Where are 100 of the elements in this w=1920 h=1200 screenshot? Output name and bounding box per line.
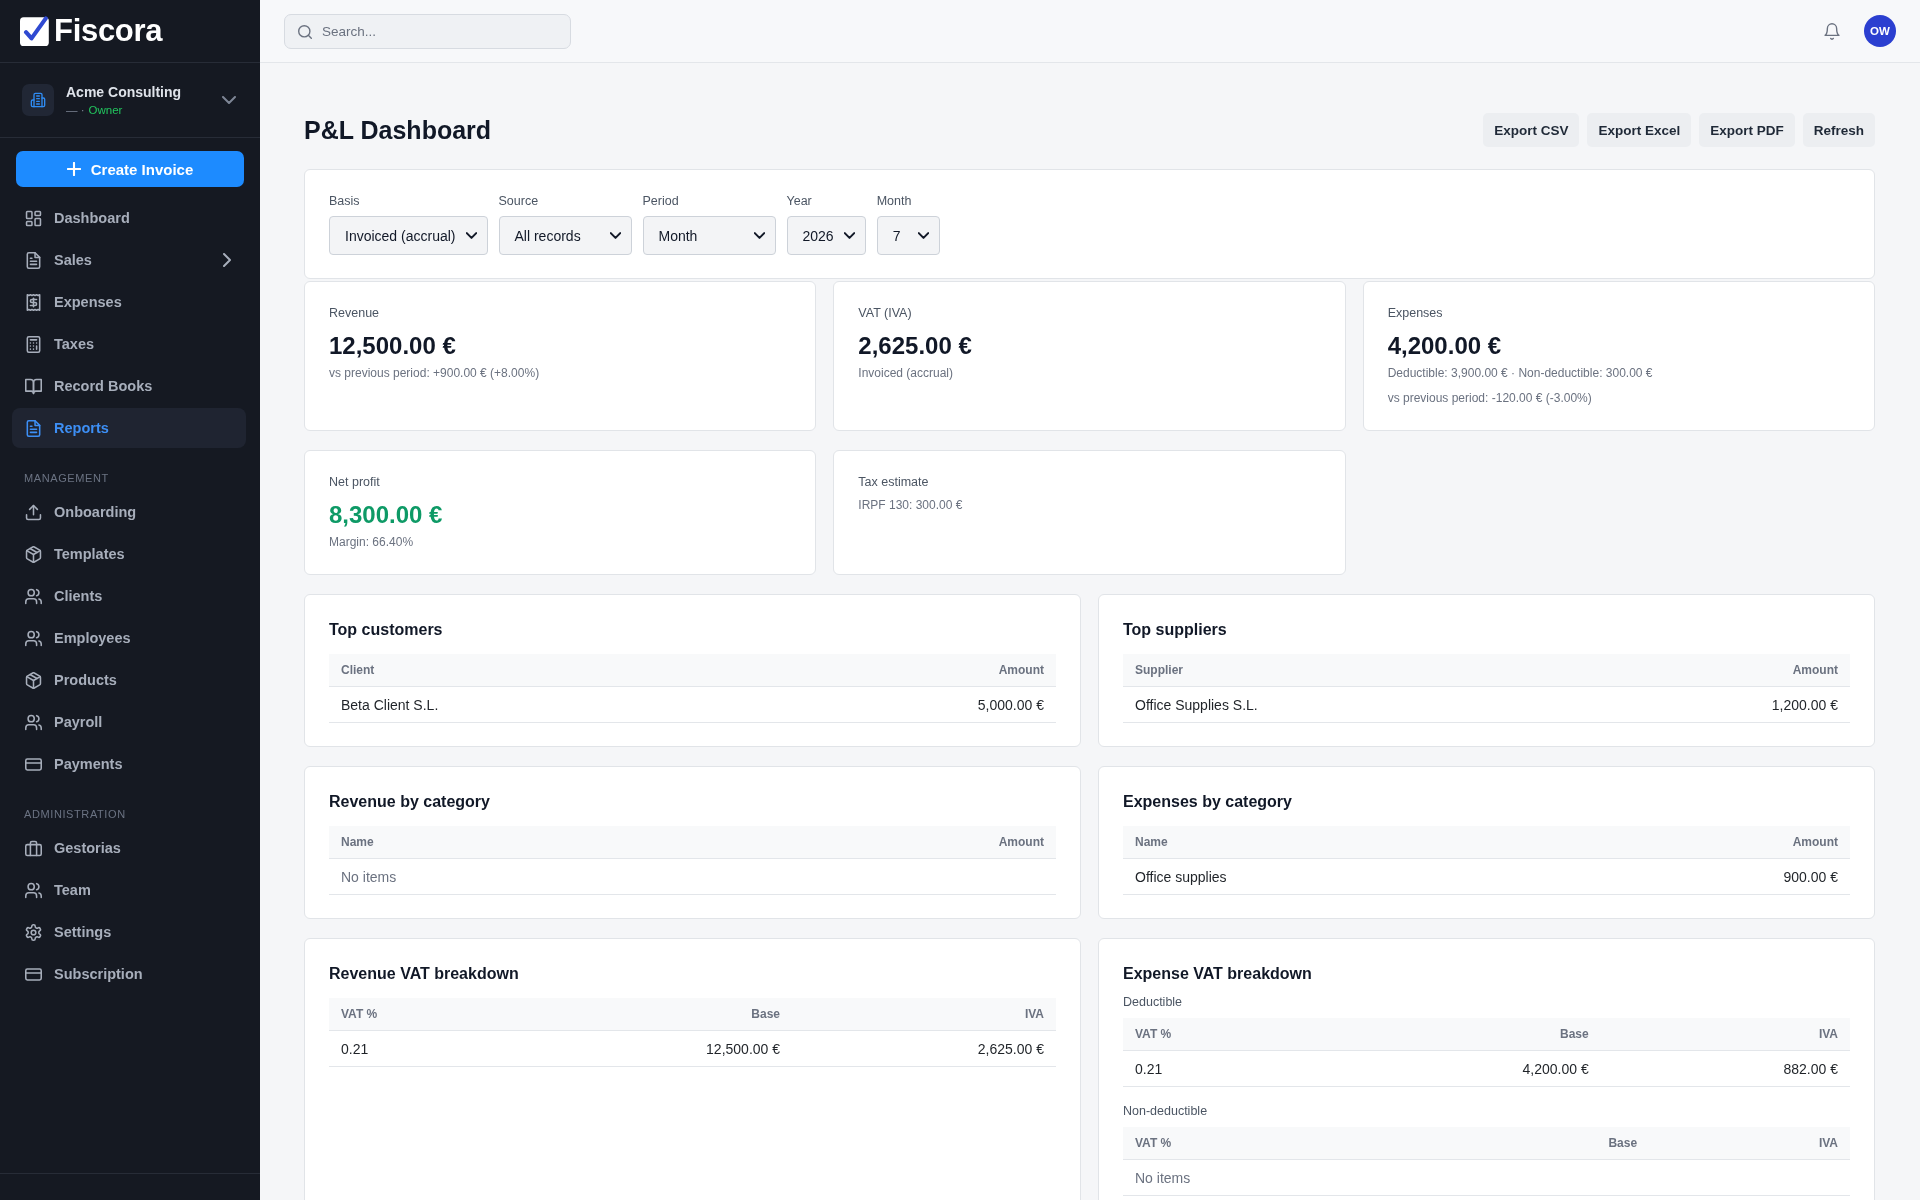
column-header: Amount	[1555, 826, 1850, 859]
nav-item[interactable]: Employees	[12, 618, 246, 658]
nav-item[interactable]: Sales	[12, 240, 246, 280]
table-cell: Office supplies	[1123, 858, 1556, 895]
nav-item[interactable]: Products	[12, 660, 246, 700]
action-button[interactable]: Refresh	[1802, 113, 1875, 147]
nav-item[interactable]: Team	[12, 870, 246, 910]
column-header: IVA	[792, 998, 1056, 1031]
table-cell: 1,200.00 €	[1573, 686, 1850, 723]
stat-note: IRPF 130: 300.00 €	[858, 497, 964, 514]
table-caption: Non-deductible	[1123, 1103, 1209, 1119]
document-icon	[25, 419, 42, 437]
search-icon	[298, 24, 312, 39]
nav-item[interactable]: Templates	[12, 534, 246, 574]
nav-item[interactable]: Reports	[12, 408, 246, 448]
nav-item[interactable]: Settings	[12, 912, 246, 952]
caret-icon	[843, 232, 855, 239]
field-label: Month	[876, 193, 913, 209]
table-cell: 0.21	[1123, 1050, 1315, 1087]
caret-icon	[609, 232, 621, 239]
nav-item[interactable]: Onboarding	[12, 492, 246, 532]
section-heading: ADMINISTRATION	[23, 807, 127, 822]
nav-item[interactable]: Payroll	[12, 702, 246, 742]
table-cell: 5,000.00 €	[745, 686, 1056, 723]
nav-item[interactable]: Subscription	[12, 954, 246, 994]
avatar[interactable]: OW	[1864, 15, 1896, 47]
box-icon	[25, 671, 42, 689]
stat-label: Tax estimate	[858, 474, 930, 490]
column-header: Amount	[656, 826, 1056, 859]
dropdown[interactable]: Month	[642, 216, 776, 255]
receipt-icon	[25, 293, 42, 311]
upload-icon	[25, 503, 42, 521]
dropdown[interactable]: All records	[498, 216, 632, 255]
stat-value: 12,500.00 €	[329, 331, 457, 361]
field-label: Basis	[329, 193, 361, 209]
column-header: IVA	[1600, 1018, 1850, 1051]
column-header: Amount	[745, 654, 1056, 687]
nav-item[interactable]: Clients	[12, 576, 246, 616]
credit-card-icon	[25, 755, 42, 773]
column-header: Amount	[1573, 654, 1850, 687]
stat-note: vs previous period: -120.00 € (-3.00%)	[1387, 390, 1593, 407]
stat-note: Deductible: 3,900.00 € · Non-deductible: 300.00 €	[1387, 365, 1654, 382]
column-header: Supplier	[1123, 654, 1574, 687]
table-cell: Office Supplies S.L.	[1123, 686, 1574, 723]
dropdown[interactable]: Invoiced (accrual)	[329, 216, 488, 255]
nav-item[interactable]: Record Books	[12, 366, 246, 406]
stat-label: Net profit	[329, 474, 381, 490]
field-label: Year	[786, 193, 813, 209]
stat-note: Invoiced (accrual)	[858, 365, 955, 382]
logo-text: Fiscora	[54, 13, 163, 49]
bell-icon[interactable]	[1824, 22, 1840, 40]
nav-item[interactable]: Dashboard	[12, 198, 246, 238]
nav-item[interactable]: Gestorias	[12, 828, 246, 868]
building-icon	[22, 84, 54, 116]
card-title: Expense VAT breakdown	[1123, 964, 1313, 984]
stat-note: Margin: 66.40%	[329, 534, 415, 551]
field-label: Period	[642, 193, 680, 209]
stat-label: Revenue	[329, 305, 381, 321]
caret-icon	[753, 232, 765, 239]
dropdown[interactable]: 7	[876, 216, 940, 255]
column-header: IVA	[1649, 1127, 1850, 1160]
table-cell: 4,200.00 €	[1314, 1050, 1601, 1087]
grid-icon	[25, 209, 42, 227]
action-button[interactable]: Export PDF	[1699, 113, 1795, 147]
stat-label: Expenses	[1387, 305, 1444, 321]
column-header: VAT %	[329, 998, 506, 1031]
nav-item[interactable]: Expenses	[12, 282, 246, 322]
dropdown[interactable]: 2026	[786, 216, 866, 255]
table-cell: 12,500.00 €	[505, 1030, 793, 1067]
briefcase-icon	[25, 839, 42, 857]
search-field[interactable]: Search...	[284, 13, 571, 49]
stat-value: 2,625.00 €	[858, 331, 973, 361]
caret-icon	[465, 232, 477, 239]
field-label: Source	[498, 193, 540, 209]
check-square-logo-icon	[20, 16, 50, 46]
chevron-right-icon	[223, 253, 231, 267]
stat-label: VAT (IVA)	[858, 305, 913, 321]
table-cell: 0.21	[329, 1030, 506, 1067]
users-icon	[25, 629, 42, 647]
role-label: Owner	[88, 104, 123, 116]
column-header: VAT %	[1123, 1018, 1315, 1051]
settings-icon	[25, 923, 42, 941]
column-header: Name	[1123, 826, 1556, 859]
card-title: Top suppliers	[1123, 620, 1228, 640]
users-icon	[25, 713, 42, 731]
credit-card-icon	[25, 965, 42, 983]
action-button[interactable]: Export Excel	[1587, 113, 1692, 147]
card-title: Expenses by category	[1123, 792, 1293, 812]
nav-item[interactable]: Payments	[12, 744, 246, 784]
chevron-down-icon[interactable]	[222, 96, 236, 104]
nav-item[interactable]: Taxes	[12, 324, 246, 364]
stat-value: 4,200.00 €	[1387, 331, 1503, 361]
stat-note: vs previous period: +900.00 € (+8.00%)	[329, 365, 541, 382]
box-icon	[25, 545, 42, 563]
page-title: P&L Dashboard	[304, 115, 492, 145]
book-icon	[25, 377, 42, 395]
card-title: Revenue VAT breakdown	[329, 964, 520, 984]
column-header: Base	[1403, 1127, 1650, 1160]
users-icon	[25, 587, 42, 605]
action-button[interactable]: Export CSV	[1483, 113, 1580, 147]
